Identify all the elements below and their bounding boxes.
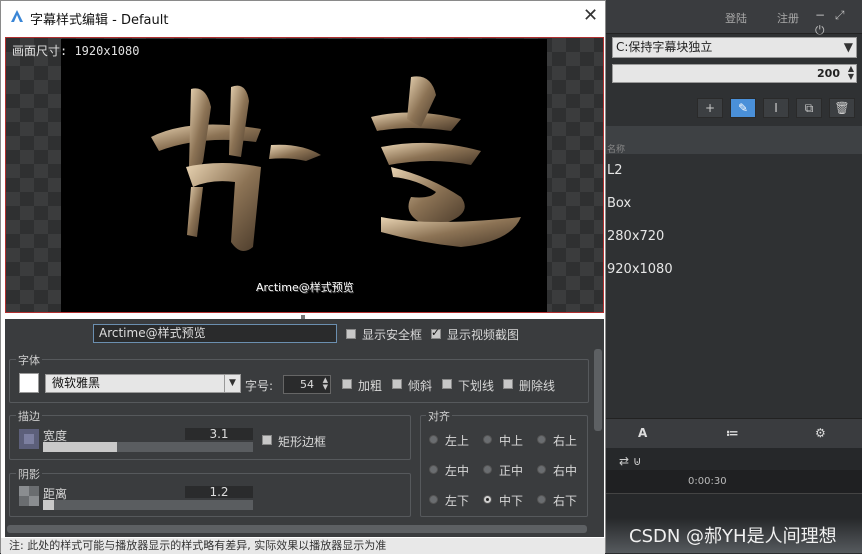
italic-checkbox[interactable]	[392, 379, 402, 389]
stroke-width-slider[interactable]	[43, 442, 253, 452]
dialog-title: 字幕样式编辑 - Default	[30, 13, 169, 28]
video-capture-label: 显示视频截图	[447, 328, 520, 342]
watermark-layer: CSDN @郝YH是人间理想	[605, 448, 862, 553]
tab-text[interactable]: A	[638, 426, 647, 440]
chevron-down-icon: ▼	[843, 40, 853, 54]
text-cursor-icon[interactable]: I	[763, 98, 789, 118]
stroke-width-slider-fill	[43, 442, 117, 452]
safe-frame-label: 显示安全框	[362, 328, 423, 342]
align-radio-7[interactable]	[483, 495, 492, 504]
spin-arrows-icon[interactable]: ▲ ▼	[848, 65, 854, 81]
list-item[interactable]: Box	[605, 187, 862, 220]
align-radio-1[interactable]	[483, 435, 492, 444]
align-radio-4[interactable]	[483, 465, 492, 474]
align-radio-2[interactable]	[537, 435, 546, 444]
preview-subtitle-text: Arctime@样式预览	[256, 281, 354, 294]
background-app-window: 登陆 注册 − ⤢ ⏻ C:保持字幕块独立 ▼ 200 ▲ ▼ + ✎ I ⧉ 🗑…	[605, 0, 862, 553]
align-option-label: 中上	[499, 434, 524, 448]
window-controls[interactable]: − ⤢ ⏻	[815, 8, 862, 38]
style-settings-panel: Arctime@样式预览 显示安全框 显示视频截图 字体 微软雅黑 ▼ 字号: …	[5, 319, 604, 537]
align-radio-0[interactable]	[429, 435, 438, 444]
font-size-value: 54	[300, 378, 314, 391]
bottom-tabs: A ≔ ⚙	[605, 418, 862, 448]
spin-arrows-icon[interactable]: ▲ ▼	[323, 377, 328, 391]
horizontal-scrollbar[interactable]	[7, 525, 587, 533]
italic-label: 倾斜	[408, 379, 433, 393]
list-item[interactable]: 920x1080	[605, 253, 862, 286]
font-group-title: 字体	[16, 352, 42, 368]
underline-checkbox[interactable]	[442, 379, 452, 389]
strikethrough-label: 删除线	[519, 379, 556, 393]
subtitle-mode-select[interactable]: C:保持字幕块独立 ▼	[612, 37, 857, 58]
align-option-label: 左下	[445, 494, 470, 508]
number-stepper-value: 200	[817, 67, 840, 80]
align-option-label: 正中	[499, 464, 524, 478]
shadow-distance-icon	[19, 486, 39, 506]
calligraphy-image	[151, 76, 521, 251]
chevron-down-icon: ▼	[224, 375, 240, 392]
tab-settings[interactable]: ⚙	[815, 426, 826, 440]
watermark-text: CSDN @郝YH是人间理想	[629, 526, 837, 547]
align-radio-6[interactable]	[429, 495, 438, 504]
sample-text-input[interactable]: Arctime@样式预览	[93, 324, 337, 343]
font-color-swatch[interactable]	[19, 373, 39, 393]
align-option-label: 右下	[553, 494, 578, 508]
list-item[interactable]: 280x720	[605, 220, 862, 253]
video-frame	[61, 39, 547, 312]
vertical-scrollbar[interactable]	[594, 349, 602, 431]
video-capture-checkbox[interactable]	[431, 326, 441, 339]
shadow-group-title: 阴影	[16, 466, 42, 482]
stroke-group-title: 描边	[16, 408, 42, 424]
rect-border-checkbox[interactable]	[262, 435, 272, 445]
font-family-select[interactable]: 微软雅黑 ▼	[45, 374, 241, 393]
style-preview: 画面尺寸: 1920x1080 Arctime@样式预览	[5, 37, 604, 313]
font-family-value: 微软雅黑	[52, 376, 101, 390]
close-button[interactable]: ✕	[583, 5, 598, 27]
subtitle-mode-value: C:保持字幕块独立	[616, 40, 713, 54]
delete-icon[interactable]: 🗑	[829, 98, 855, 118]
footnote: 注: 此处的样式可能与播放器显示的样式略有差异, 实际效果以播放器显示为准	[1, 538, 605, 554]
app-logo-icon	[11, 10, 23, 22]
login-link[interactable]: 登陆	[725, 10, 747, 26]
style-list-header: 名称	[605, 126, 862, 155]
font-size-stepper[interactable]: 54 ▲ ▼	[283, 375, 331, 394]
subtitle-style-dialog: 字幕样式编辑 - Default ✕ 画面尺寸: 1920x1080 Arcti…	[0, 0, 606, 554]
dialog-titlebar[interactable]: 字幕样式编辑 - Default ✕	[1, 1, 605, 33]
tab-list[interactable]: ≔	[726, 426, 739, 440]
strikethrough-checkbox[interactable]	[503, 379, 513, 389]
number-stepper[interactable]: 200 ▲ ▼	[612, 64, 857, 83]
align-radio-3[interactable]	[429, 465, 438, 474]
align-group-title: 对齐	[426, 408, 452, 424]
align-option-label: 左上	[445, 434, 470, 448]
align-option-label: 右上	[553, 434, 578, 448]
align-option-label: 左中	[445, 464, 470, 478]
shadow-distance-slider[interactable]	[43, 500, 253, 510]
bold-label: 加粗	[358, 379, 383, 393]
align-radio-5[interactable]	[537, 465, 546, 474]
align-option-label: 中下	[499, 494, 524, 508]
canvas-size-label: 画面尺寸: 1920x1080	[12, 44, 140, 58]
font-size-label: 字号:	[245, 379, 274, 393]
edit-icon[interactable]: ✎	[730, 98, 756, 118]
align-option-label: 右中	[553, 464, 578, 478]
list-item[interactable]: L2	[605, 154, 862, 187]
style-list: 名称 L2 Box 280x720 920x1080	[605, 126, 862, 286]
stroke-width-value[interactable]: 3.1	[185, 428, 253, 440]
underline-label: 下划线	[458, 379, 495, 393]
shadow-distance-value[interactable]: 1.2	[185, 486, 253, 498]
rect-border-label: 矩形边框	[278, 435, 327, 449]
bold-checkbox[interactable]	[342, 379, 352, 389]
align-radio-8[interactable]	[537, 495, 546, 504]
stroke-width-icon	[19, 429, 39, 449]
shadow-distance-slider-fill	[43, 500, 54, 510]
safe-frame-checkbox[interactable]	[346, 329, 356, 339]
background-topbar: 登陆 注册 − ⤢ ⏻	[605, 0, 862, 37]
register-link[interactable]: 注册	[777, 10, 799, 26]
copy-icon[interactable]: ⧉	[796, 98, 822, 118]
add-icon[interactable]: +	[697, 98, 723, 118]
